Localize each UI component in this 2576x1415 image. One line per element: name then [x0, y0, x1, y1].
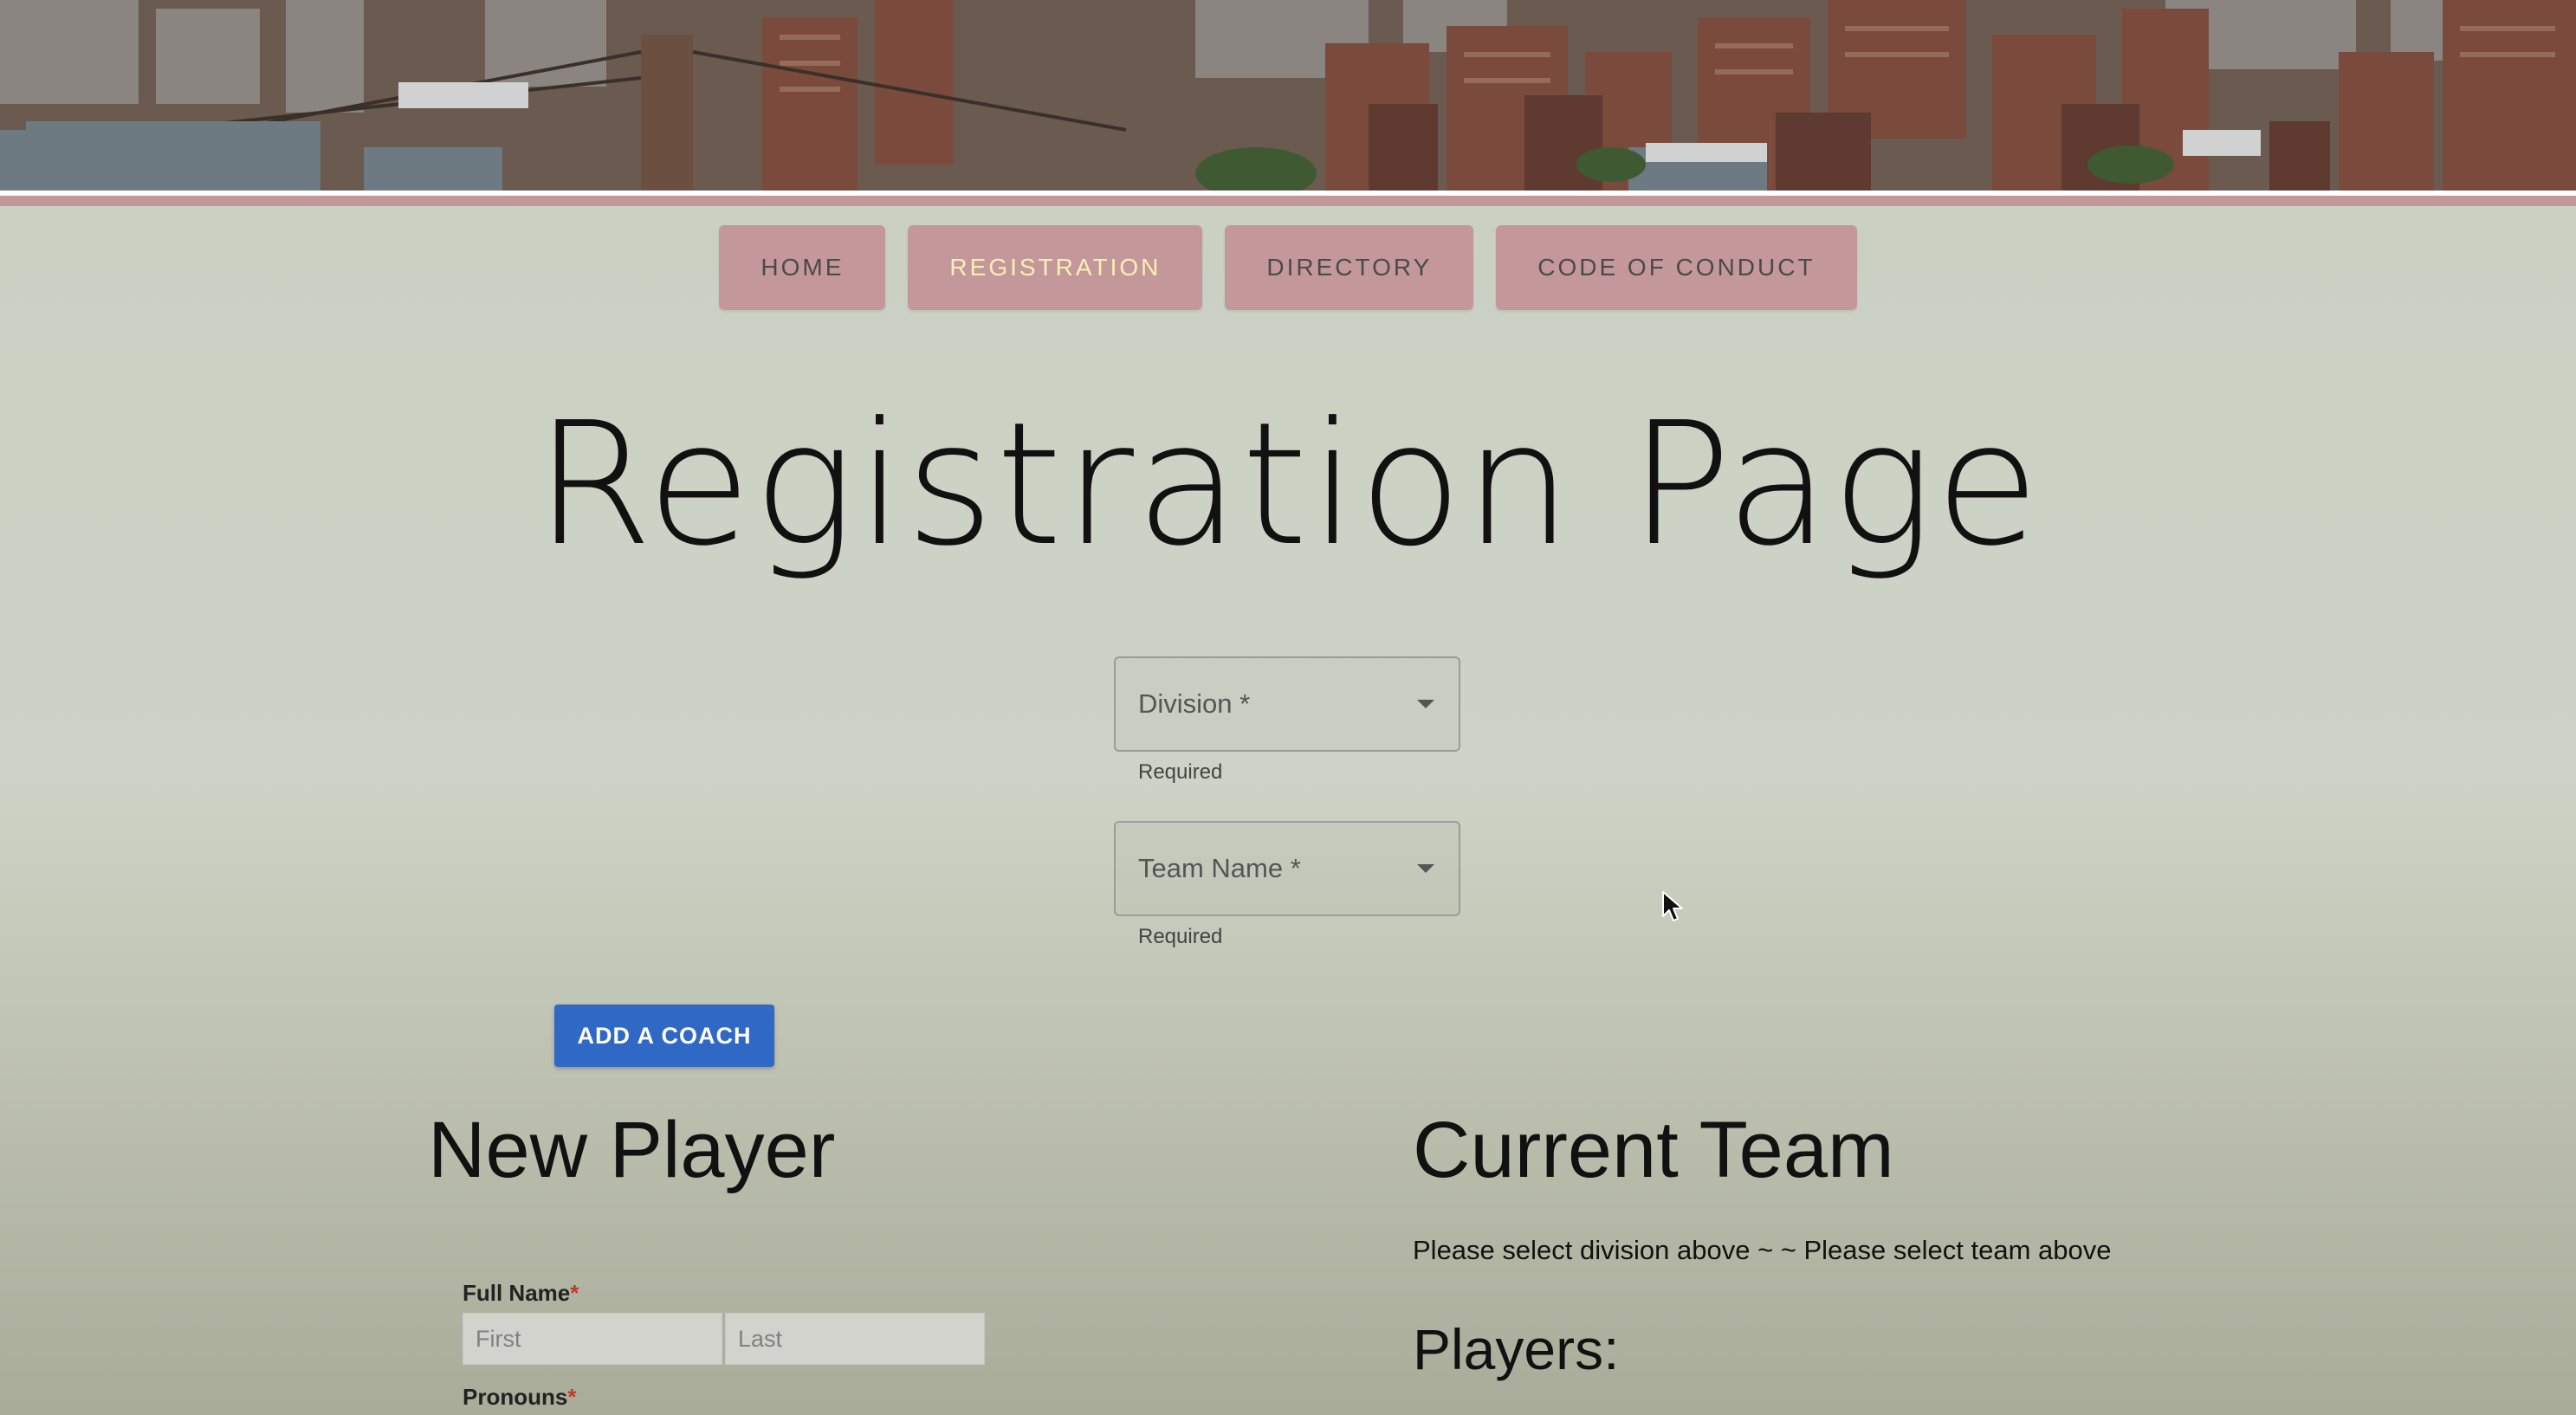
required-marker: *	[570, 1280, 579, 1306]
chevron-down-icon	[1417, 700, 1434, 708]
first-name-input[interactable]	[463, 1313, 722, 1365]
last-name-input[interactable]	[725, 1313, 985, 1365]
mouse-pointer-icon	[1662, 891, 1683, 921]
pronouns-label: Pronouns*	[463, 1384, 576, 1411]
players-heading: Players:	[1413, 1317, 1620, 1381]
chevron-down-icon	[1417, 864, 1434, 873]
full-name-label-text: Full Name	[463, 1280, 571, 1306]
pronouns-label-text: Pronouns	[463, 1384, 568, 1410]
city-banner-image	[0, 0, 2576, 191]
team-name-select-label: Team Name *	[1138, 853, 1301, 883]
skyline-illustration	[0, 0, 2576, 191]
division-select-label: Division *	[1138, 688, 1251, 719]
full-name-label: Full Name*	[463, 1280, 579, 1307]
page-title: Registration Page	[534, 386, 2042, 584]
division-select-group: Division * Required	[1114, 656, 1460, 785]
nav-directory-button[interactable]: DIRECTORY	[1225, 225, 1474, 310]
required-marker: *	[567, 1384, 577, 1410]
team-name-select[interactable]: Team Name *	[1114, 821, 1460, 916]
new-player-heading: New Player	[428, 1106, 836, 1194]
division-select[interactable]: Division *	[1114, 656, 1460, 752]
team-name-helper-text: Required	[1138, 925, 1223, 948]
main-nav: HOME REGISTRATION DIRECTORY CODE OF COND…	[0, 225, 2576, 310]
nav-home-button[interactable]: HOME	[719, 225, 886, 310]
nav-code-of-conduct-button[interactable]: CODE OF CONDUCT	[1496, 225, 1857, 310]
division-helper-text: Required	[1138, 760, 1223, 784]
banner-divider	[0, 191, 2576, 206]
current-team-heading: Current Team	[1413, 1106, 1894, 1194]
team-select-group: Team Name * Required	[1114, 821, 1460, 949]
add-coach-button[interactable]: ADD A COACH	[554, 1005, 774, 1067]
nav-registration-button[interactable]: REGISTRATION	[908, 225, 1203, 310]
team-status-text: Please select division above ~ ~ Please …	[1413, 1235, 2112, 1265]
